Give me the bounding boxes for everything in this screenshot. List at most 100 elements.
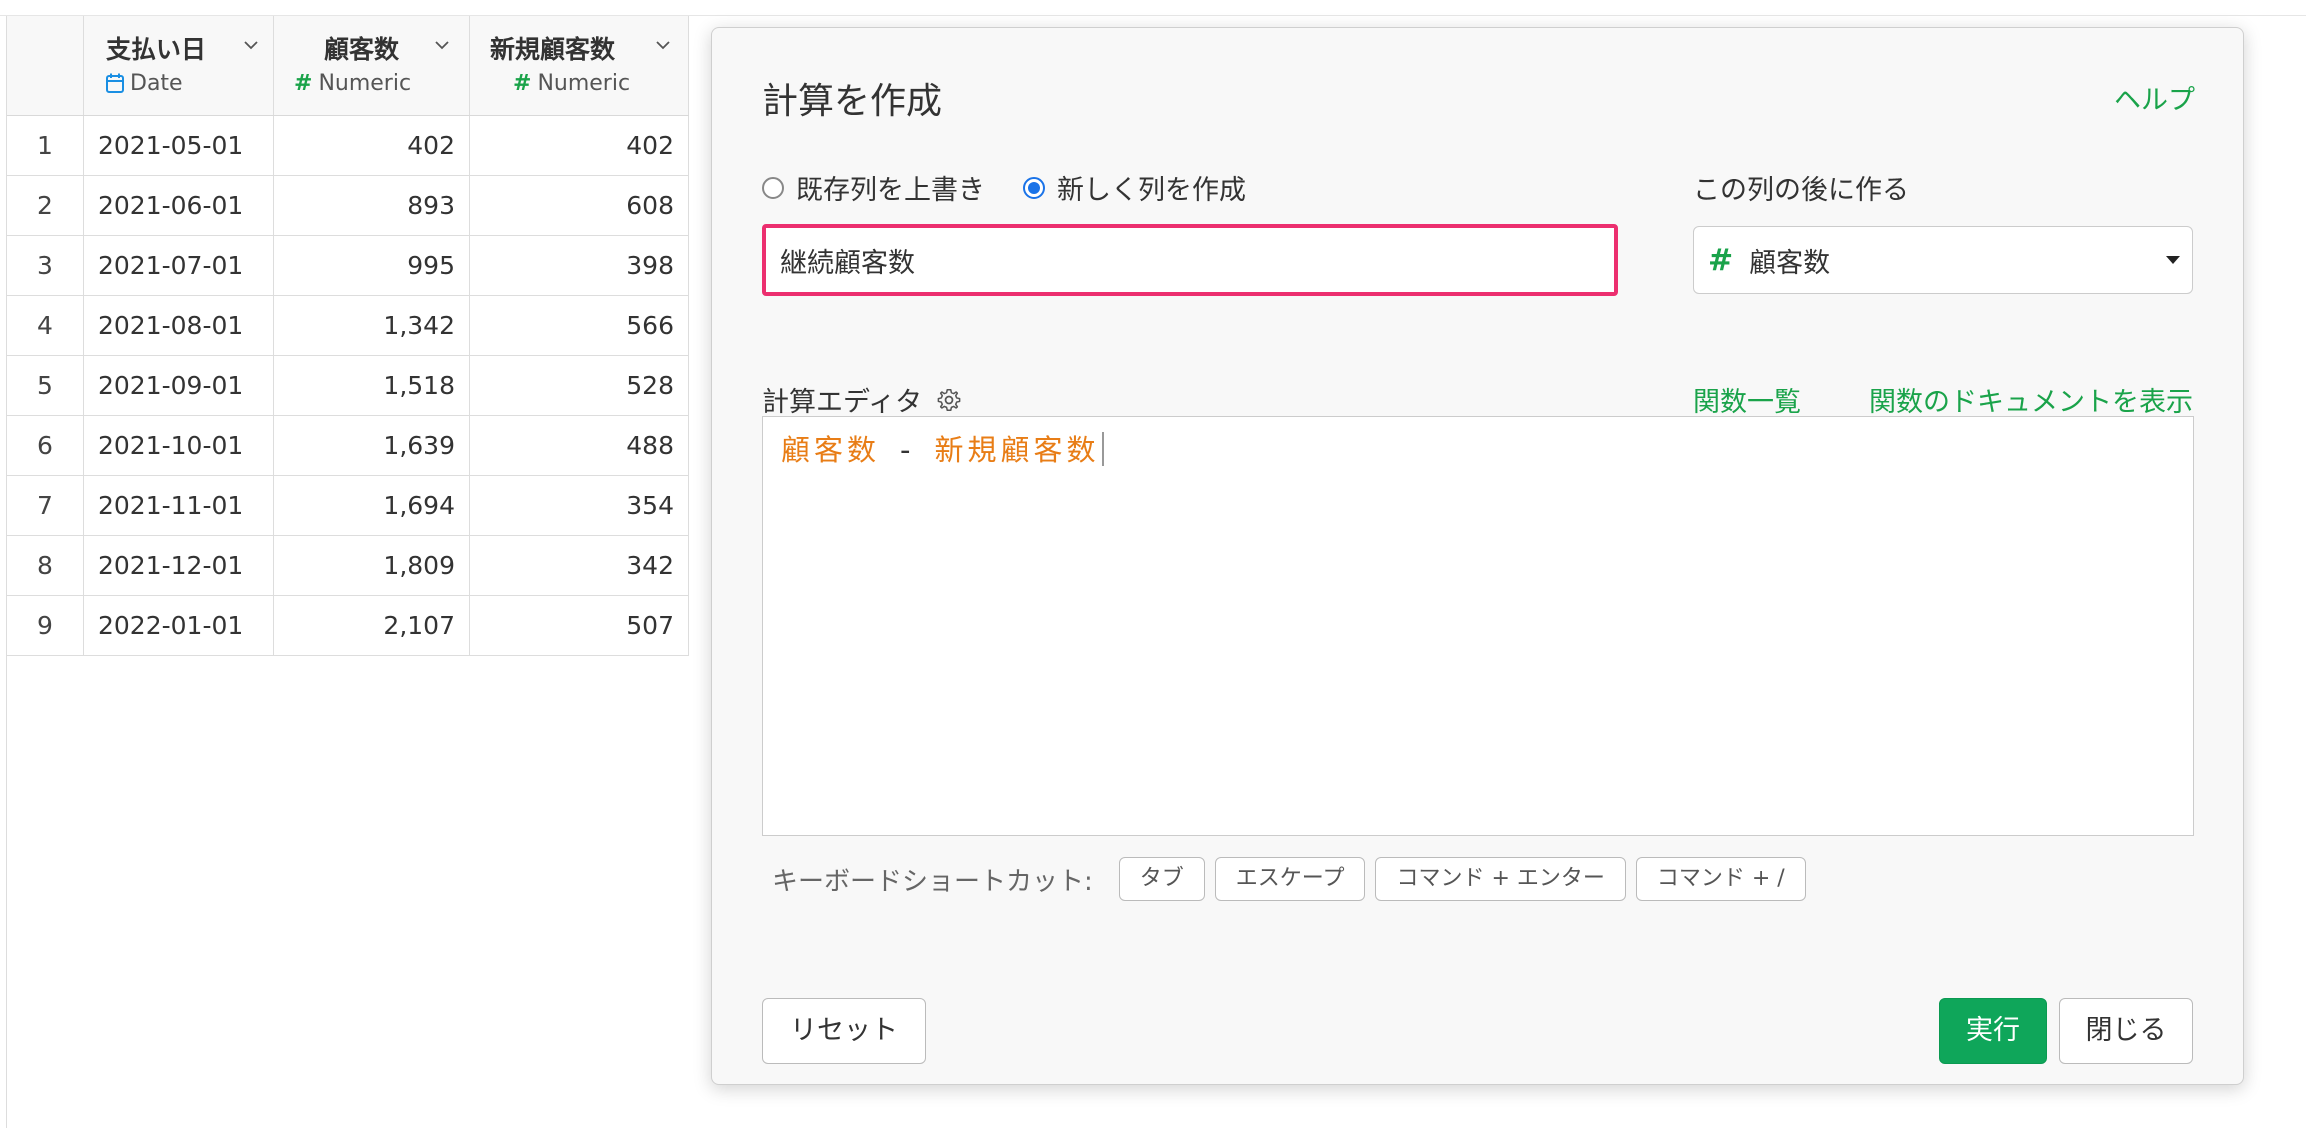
row-number: 5	[7, 356, 84, 415]
table-row[interactable]: 1 2021-05-01 402 402	[7, 116, 689, 176]
close-button[interactable]: 閉じる	[2059, 998, 2193, 1064]
cell-payment-date[interactable]: 2021-09-01	[84, 356, 274, 415]
hash-icon: #	[513, 71, 532, 96]
formula-expression: 顧客数 - 新規顧客数	[781, 427, 1104, 469]
row-number-header	[7, 16, 84, 115]
row-number: 7	[7, 476, 84, 535]
shortcut-key-command-slash: コマンド + /	[1635, 857, 1806, 901]
row-number: 1	[7, 116, 84, 175]
run-button[interactable]: 実行	[1939, 998, 2047, 1064]
table-row[interactable]: 5 2021-09-01 1,518 528	[7, 356, 689, 416]
cell-customers[interactable]: 1,809	[274, 536, 470, 595]
reset-button[interactable]: リセット	[762, 998, 926, 1064]
calendar-icon	[106, 73, 124, 93]
table-row[interactable]: 2 2021-06-01 893 608	[7, 176, 689, 236]
cell-customers[interactable]: 1,518	[274, 356, 470, 415]
cell-new-customers[interactable]: 402	[470, 116, 689, 175]
column-header-customers[interactable]: 顧客数 # Numeric	[274, 16, 470, 115]
cell-payment-date[interactable]: 2021-12-01	[84, 536, 274, 595]
insert-after-value: 顧客数	[1749, 247, 1831, 279]
cell-customers[interactable]: 995	[274, 236, 470, 295]
row-number: 6	[7, 416, 84, 475]
calculation-editor-label: 計算エディタ	[762, 380, 962, 419]
cell-customers[interactable]: 402	[274, 116, 470, 175]
cell-payment-date[interactable]: 2021-11-01	[84, 476, 274, 535]
hash-icon: #	[294, 71, 313, 96]
cell-customers[interactable]: 2,107	[274, 596, 470, 655]
gear-icon[interactable]	[936, 387, 962, 413]
text-cursor	[1101, 432, 1104, 466]
radio-overwrite[interactable]	[762, 176, 784, 199]
keyboard-shortcuts-label: キーボードショートカット:	[772, 866, 1093, 897]
hash-icon: #	[1708, 242, 1734, 278]
column-type-label: Numeric	[537, 71, 631, 96]
cell-new-customers[interactable]: 342	[470, 536, 689, 595]
function-docs-link[interactable]: 関数のドキュメントを表示	[1869, 380, 2193, 419]
help-link[interactable]: ヘルプ	[2114, 78, 2195, 117]
table-row[interactable]: 3 2021-07-01 995 398	[7, 236, 689, 296]
cell-customers[interactable]: 1,342	[274, 296, 470, 355]
row-number: 4	[7, 296, 84, 355]
data-grid: 支払い日 Date 顧客数 # Numeric 新規顧客数 # Numeric 1 …	[6, 16, 689, 1128]
table-row[interactable]: 9 2022-01-01 2,107 507	[7, 596, 689, 656]
row-number: 9	[7, 596, 84, 655]
cell-payment-date[interactable]: 2022-01-01	[84, 596, 274, 655]
caret-down-icon	[2166, 256, 2180, 264]
table-row[interactable]: 7 2021-11-01 1,694 354	[7, 476, 689, 536]
cell-payment-date[interactable]: 2021-10-01	[84, 416, 274, 475]
cell-payment-date[interactable]: 2021-05-01	[84, 116, 274, 175]
column-name: 新規顧客数	[490, 35, 616, 64]
new-column-name-input[interactable]	[762, 224, 1618, 296]
column-header-new-customers[interactable]: 新規顧客数 # Numeric	[470, 16, 689, 115]
column-type: Date	[106, 71, 183, 96]
editor-label-text: 計算エディタ	[762, 387, 923, 418]
column-type-label: Numeric	[318, 71, 412, 96]
cell-payment-date[interactable]: 2021-07-01	[84, 236, 274, 295]
row-number: 2	[7, 176, 84, 235]
radio-overwrite-option[interactable]: 既存列を上書き	[762, 168, 985, 207]
radio-new-label: 新しく列を作成	[1057, 175, 1246, 206]
column-header-payment-date[interactable]: 支払い日 Date	[84, 16, 274, 115]
calculation-editor[interactable]: 顧客数 - 新規顧客数	[762, 416, 2194, 836]
radio-new-option[interactable]: 新しく列を作成	[1023, 168, 1246, 207]
column-name: 顧客数	[324, 35, 400, 64]
cell-customers[interactable]: 1,639	[274, 416, 470, 475]
insert-after-select[interactable]: # 顧客数	[1693, 226, 2193, 294]
cell-payment-date[interactable]: 2021-08-01	[84, 296, 274, 355]
cell-new-customers[interactable]: 528	[470, 356, 689, 415]
chevron-down-icon[interactable]	[244, 38, 258, 52]
function-list-link[interactable]: 関数一覧	[1693, 380, 1801, 419]
cell-new-customers[interactable]: 507	[470, 596, 689, 655]
cell-customers[interactable]: 893	[274, 176, 470, 235]
radio-overwrite-label: 既存列を上書き	[796, 175, 985, 206]
shortcut-key-tab: タブ	[1118, 857, 1205, 901]
cell-new-customers[interactable]: 566	[470, 296, 689, 355]
chevron-down-icon[interactable]	[435, 38, 449, 52]
column-type: # Numeric	[294, 71, 411, 96]
shortcut-key-escape: エスケープ	[1214, 857, 1366, 901]
cell-new-customers[interactable]: 488	[470, 416, 689, 475]
table-row[interactable]: 8 2021-12-01 1,809 342	[7, 536, 689, 596]
chevron-down-icon[interactable]	[656, 38, 670, 52]
keyboard-shortcuts: キーボードショートカット: タブ エスケープ コマンド + エンター コマンド …	[772, 857, 1816, 901]
shortcut-key-command-enter: コマンド + エンター	[1375, 857, 1626, 901]
grid-header: 支払い日 Date 顧客数 # Numeric 新規顧客数 # Numeric	[7, 16, 689, 116]
cell-new-customers[interactable]: 608	[470, 176, 689, 235]
cell-payment-date[interactable]: 2021-06-01	[84, 176, 274, 235]
column-name: 支払い日	[106, 35, 207, 64]
radio-new-column[interactable]	[1023, 176, 1045, 199]
formula-field-token: 新規顧客数	[934, 433, 1100, 467]
cell-new-customers[interactable]: 398	[470, 236, 689, 295]
cell-new-customers[interactable]: 354	[470, 476, 689, 535]
row-number: 8	[7, 536, 84, 595]
column-type-label: Date	[130, 71, 183, 96]
table-row[interactable]: 4 2021-08-01 1,342 566	[7, 296, 689, 356]
dialog-title: 計算を作成	[762, 81, 943, 122]
row-number: 3	[7, 236, 84, 295]
insert-after-label: この列の後に作る	[1693, 175, 1909, 206]
formula-field-token: 顧客数	[781, 433, 881, 467]
create-calculation-dialog: 計算を作成 ヘルプ 既存列を上書き 新しく列を作成 この列の後に作る # 顧客数…	[711, 27, 2244, 1085]
column-mode-radio-group: 既存列を上書き 新しく列を作成	[762, 168, 1284, 207]
table-row[interactable]: 6 2021-10-01 1,639 488	[7, 416, 689, 476]
cell-customers[interactable]: 1,694	[274, 476, 470, 535]
